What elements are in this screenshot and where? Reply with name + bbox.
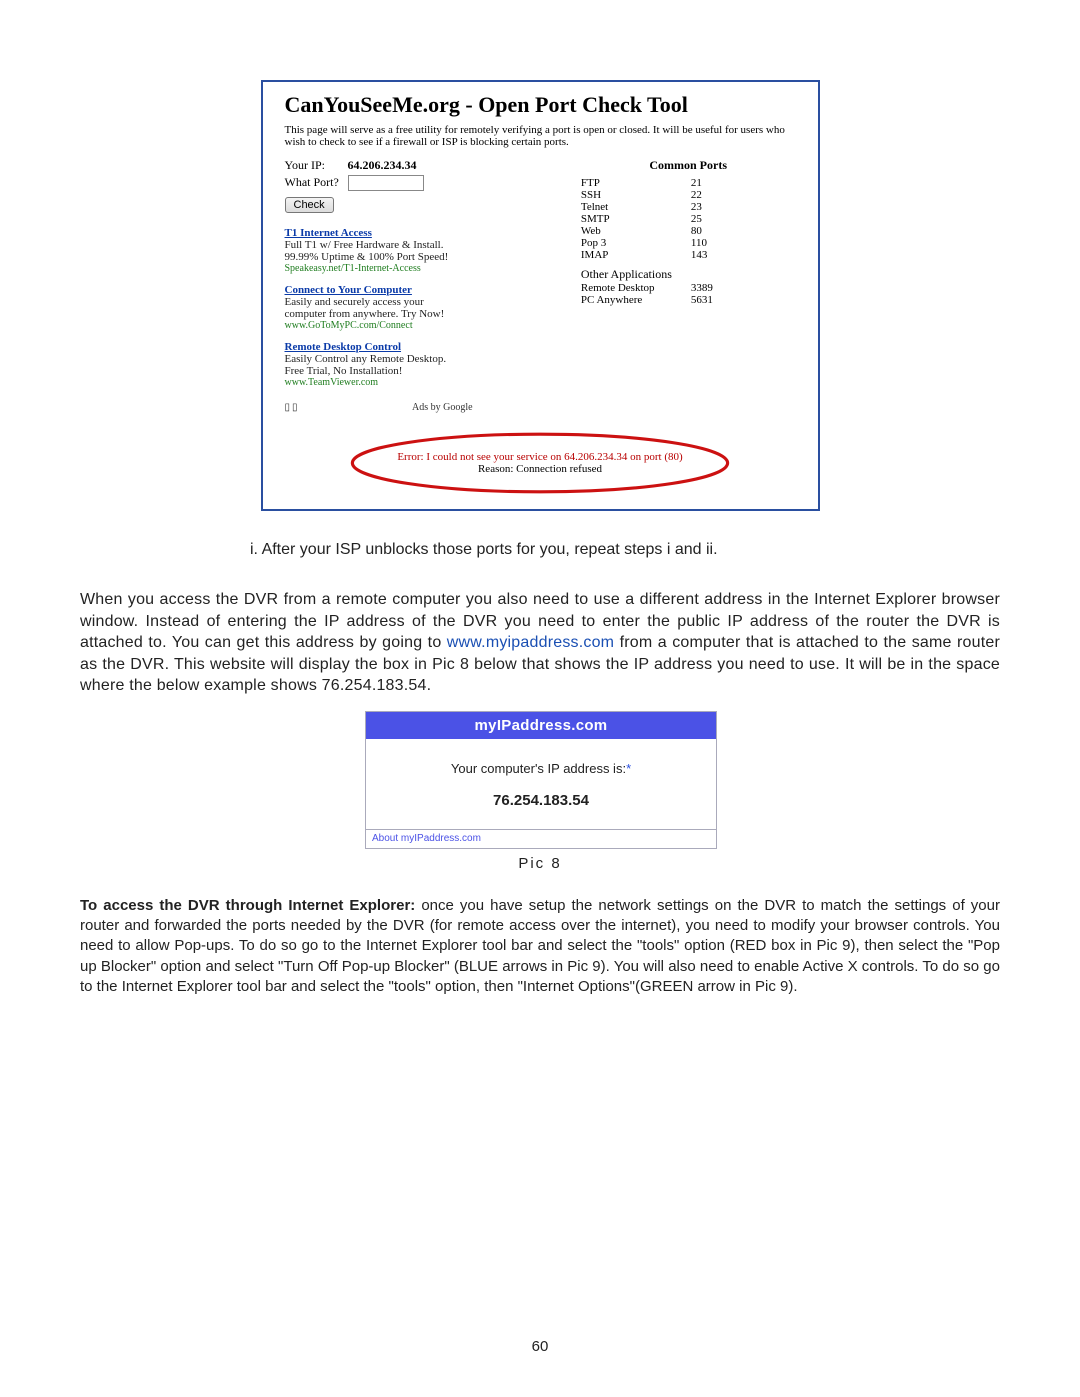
myip-titlebar: myIPaddress.com <box>366 712 716 739</box>
ad-block: Connect to Your Computer Easily and secu… <box>285 284 581 331</box>
screenshot-myipaddress: myIPaddress.com Your computer's IP addre… <box>365 711 717 849</box>
ad-nav-icons[interactable]: ▯▯ <box>285 402 300 413</box>
page-number: 60 <box>0 1338 1080 1355</box>
port-name: Remote Desktop <box>581 282 691 294</box>
myip-footer-link[interactable]: About myIPaddress.com <box>366 829 716 848</box>
port-number: 110 <box>691 237 731 249</box>
ad-line: 99.99% Uptime & 100% Port Speed! <box>285 251 581 263</box>
port-input[interactable] <box>348 175 424 191</box>
port-number: 3389 <box>691 282 731 294</box>
what-port-label: What Port? <box>285 175 345 190</box>
port-number: 25 <box>691 213 731 225</box>
screenshot-canyouseeme: CanYouSeeMe.org - Open Port Check Tool T… <box>261 80 820 511</box>
port-name: SSH <box>581 189 691 201</box>
ad-url[interactable]: www.TeamViewer.com <box>285 377 581 388</box>
ad-line: Full T1 w/ Free Hardware & Install. <box>285 239 581 251</box>
your-ip-label: Your IP: <box>285 158 345 173</box>
body-paragraph: When you access the DVR from a remote co… <box>80 589 1000 697</box>
port-name: SMTP <box>581 213 691 225</box>
asterisk-icon: * <box>626 761 631 776</box>
instruction-step-i: i. After your ISP unblocks those ports f… <box>250 541 1000 559</box>
port-number: 80 <box>691 225 731 237</box>
port-row: Web80 <box>581 225 796 237</box>
ad-line: Easily and securely access your <box>285 296 581 308</box>
ad-headline[interactable]: Connect to Your Computer <box>285 284 581 296</box>
port-name: PC Anywhere <box>581 294 691 306</box>
error-prefix: Error: <box>397 451 423 463</box>
port-row: Telnet23 <box>581 201 796 213</box>
tool-title: CanYouSeeMe.org - Open Port Check Tool <box>263 82 818 124</box>
paragraph-lead: To access the DVR through Internet Explo… <box>80 897 415 914</box>
port-number: 21 <box>691 177 731 189</box>
myipaddress-link[interactable]: www.myipaddress.com <box>447 634 614 651</box>
port-name: FTP <box>581 177 691 189</box>
port-row: Pop 3110 <box>581 237 796 249</box>
port-name: Telnet <box>581 201 691 213</box>
port-number: 5631 <box>691 294 731 306</box>
ad-line: Easily Control any Remote Desktop. <box>285 353 581 365</box>
port-row: SMTP25 <box>581 213 796 225</box>
ad-line: Free Trial, No Installation! <box>285 365 581 377</box>
port-number: 22 <box>691 189 731 201</box>
error-message: I could not see your service on 64.206.2… <box>424 451 683 463</box>
tool-description: This page will serve as a free utility f… <box>263 124 818 154</box>
your-ip-value: 64.206.234.34 <box>348 158 417 172</box>
port-number: 23 <box>691 201 731 213</box>
ad-url[interactable]: Speakeasy.net/T1-Internet-Access <box>285 263 581 274</box>
other-apps-heading: Other Applications <box>581 267 796 282</box>
error-box: Error: I could not see your service on 6… <box>365 437 715 489</box>
myip-ip-value: 76.254.183.54 <box>366 792 716 809</box>
ads-by-google-label: Ads by Google <box>412 402 473 413</box>
ad-block: T1 Internet Access Full T1 w/ Free Hardw… <box>285 227 581 274</box>
ad-url[interactable]: www.GoToMyPC.com/Connect <box>285 320 581 331</box>
common-ports-heading: Common Ports <box>581 158 796 173</box>
port-number: 143 <box>691 249 731 261</box>
document-page: CanYouSeeMe.org - Open Port Check Tool T… <box>0 0 1080 1397</box>
port-name: IMAP <box>581 249 691 261</box>
port-name: Pop 3 <box>581 237 691 249</box>
port-row: PC Anywhere5631 <box>581 294 796 306</box>
body-paragraph: To access the DVR through Internet Explo… <box>80 896 1000 997</box>
check-button[interactable]: Check <box>285 197 334 213</box>
figure-caption-pic8: Pic 8 <box>80 855 1000 872</box>
ad-line: computer from anywhere. Try Now! <box>285 308 581 320</box>
myip-lead-text: Your computer's IP address is: <box>451 761 626 776</box>
ad-headline[interactable]: T1 Internet Access <box>285 227 581 239</box>
ad-block: Remote Desktop Control Easily Control an… <box>285 341 581 388</box>
reason-value: Connection refused <box>513 463 602 475</box>
port-row: Remote Desktop3389 <box>581 282 796 294</box>
port-name: Web <box>581 225 691 237</box>
ad-headline[interactable]: Remote Desktop Control <box>285 341 581 353</box>
reason-label: Reason: <box>478 463 513 475</box>
port-row: SSH22 <box>581 189 796 201</box>
port-row: IMAP143 <box>581 249 796 261</box>
port-row: FTP21 <box>581 177 796 189</box>
